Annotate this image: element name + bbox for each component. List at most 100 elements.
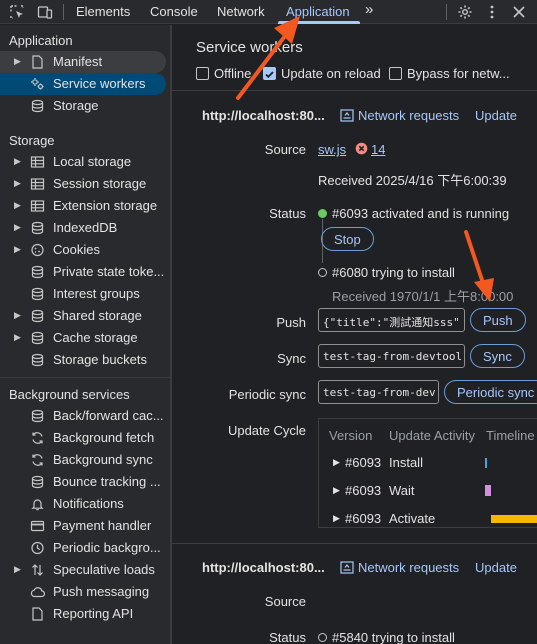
sidebar-item-indexeddb[interactable]: ▶ IndexedDB xyxy=(0,217,168,239)
sidebar-item-shared-storage[interactable]: ▶ Shared storage xyxy=(0,305,168,327)
worker-origin: http://localhost:80... xyxy=(202,108,325,123)
column-header-version: Version xyxy=(329,428,373,443)
sidebar-item-label: Back/forward cac... xyxy=(53,408,164,423)
caret-right-icon[interactable]: ▶ xyxy=(14,156,24,168)
sidebar-item-storage-buckets[interactable]: Storage buckets xyxy=(0,349,168,371)
sidebar-item-manifest[interactable]: ▶ Manifest xyxy=(0,51,166,73)
column-header-timeline: Timeline xyxy=(486,428,535,443)
sidebar-item-interest-groups[interactable]: Interest groups xyxy=(0,283,168,305)
expand-row-icon[interactable]: ▶ xyxy=(333,485,340,496)
expand-row-icon[interactable]: ▶ xyxy=(333,457,340,468)
sidebar-item-label: Manifest xyxy=(53,54,103,69)
sidebar-item-back-forward-cache[interactable]: Back/forward cac... xyxy=(0,405,168,427)
sidebar-section-background-services: Background services xyxy=(9,387,130,402)
sidebar-item-label: Storage buckets xyxy=(53,352,147,367)
error-count-link[interactable]: 14 xyxy=(371,142,385,157)
caret-right-icon[interactable]: ▶ xyxy=(14,244,24,256)
installing-status-text: #6080 trying to install xyxy=(332,265,455,280)
sidebar-item-label: Private state toke... xyxy=(53,264,165,279)
caret-right-icon[interactable]: ▶ xyxy=(14,564,24,576)
sidebar-item-bounce-tracking[interactable]: Bounce tracking ... xyxy=(0,471,168,493)
sidebar-item-private-state-tokens[interactable]: Private state toke... xyxy=(0,261,168,283)
source-file-link[interactable]: sw.js xyxy=(318,142,346,157)
sidebar-item-background-fetch[interactable]: Background fetch xyxy=(0,427,168,449)
devtools-tabbar: Elements Console Network Application » xyxy=(0,0,537,24)
sidebar-item-label: Storage xyxy=(53,98,99,113)
tab-console[interactable]: Console xyxy=(150,4,198,19)
database-icon xyxy=(31,287,44,301)
tab-elements[interactable]: Elements xyxy=(76,4,130,19)
toolbar-divider xyxy=(63,4,64,20)
update-link[interactable]: Update xyxy=(475,108,517,123)
expand-row-icon[interactable]: ▶ xyxy=(333,513,340,524)
sync-label: Sync xyxy=(277,351,306,366)
card-icon xyxy=(30,520,45,532)
tab-application[interactable]: Application xyxy=(286,4,350,19)
caret-right-icon[interactable]: ▶ xyxy=(14,200,24,212)
periodic-sync-label: Periodic sync xyxy=(228,387,306,402)
sidebar-section-storage: Storage xyxy=(9,133,55,148)
sidebar-item-label: Payment handler xyxy=(53,518,152,533)
caret-right-icon[interactable]: ▶ xyxy=(14,310,24,322)
sync-tag-input[interactable]: test-tag-from-devtool xyxy=(318,344,465,368)
offline-checkbox[interactable] xyxy=(196,67,209,80)
device-toolbar-icon[interactable] xyxy=(37,4,53,20)
periodic-sync-tag-input[interactable]: test-tag-from-dev xyxy=(318,380,439,404)
caret-right-icon[interactable]: ▶ xyxy=(14,222,24,234)
update-link[interactable]: Update xyxy=(475,560,517,575)
sidebar-section-application: Application xyxy=(9,33,73,48)
push-button[interactable]: Push xyxy=(470,308,526,332)
push-data-input[interactable]: {"title":"測試通知sss" xyxy=(318,308,465,332)
running-status-dot xyxy=(318,209,327,218)
sidebar-item-background-sync[interactable]: Background sync xyxy=(0,449,168,471)
active-tab-indicator xyxy=(278,21,360,24)
tab-network[interactable]: Network xyxy=(217,4,265,19)
error-icon xyxy=(355,142,368,155)
sidebar-item-label: Cookies xyxy=(53,242,100,257)
sidebar-item-local-storage[interactable]: ▶ Local storage xyxy=(0,151,168,173)
sidebar-item-payment-handler[interactable]: Payment handler xyxy=(0,515,168,537)
toolbar-divider xyxy=(446,4,447,20)
network-requests-link[interactable]: Network requests xyxy=(358,108,459,123)
sidebar-item-service-workers[interactable]: Service workers xyxy=(0,73,166,95)
source-label: Source xyxy=(264,594,306,609)
sidebar-item-notifications[interactable]: Notifications xyxy=(0,493,168,515)
sidebar-item-cache-storage[interactable]: ▶ Cache storage xyxy=(0,327,168,349)
column-header-update-activity: Update Activity xyxy=(389,428,475,443)
worker-origin: http://localhost:80... xyxy=(202,560,325,575)
sidebar-item-push-messaging[interactable]: Push messaging xyxy=(0,581,168,603)
stop-button[interactable]: Stop xyxy=(321,227,374,251)
sidebar-item-reporting-api[interactable]: Reporting API xyxy=(0,603,168,625)
close-icon[interactable] xyxy=(511,4,527,20)
sidebar-item-storage[interactable]: Storage xyxy=(0,95,168,117)
sidebar-item-periodic-background-sync[interactable]: Periodic backgro... xyxy=(0,537,168,559)
caret-right-icon[interactable]: ▶ xyxy=(14,178,24,190)
caret-right-icon[interactable]: ▶ xyxy=(14,56,24,68)
settings-gear-icon[interactable] xyxy=(457,4,473,20)
periodic-sync-button[interactable]: Periodic sync xyxy=(444,380,537,404)
inspect-element-icon[interactable] xyxy=(9,4,25,20)
section-divider xyxy=(0,377,170,378)
sidebar-item-label: Cache storage xyxy=(53,330,138,345)
database-icon xyxy=(31,331,44,345)
network-requests-link[interactable]: Network requests xyxy=(358,560,459,575)
clock-icon xyxy=(31,541,44,555)
installing-status-dot xyxy=(318,633,327,642)
file-icon xyxy=(32,55,43,69)
sidebar-item-cookies[interactable]: ▶ Cookies xyxy=(0,239,168,261)
sidebar-item-extension-storage[interactable]: ▶ Extension storage xyxy=(0,195,168,217)
more-options-icon[interactable] xyxy=(484,4,500,20)
sidebar-item-speculative-loads[interactable]: ▶ Speculative loads xyxy=(0,559,168,581)
cloud-icon xyxy=(30,587,45,598)
sidebar-item-label: Background fetch xyxy=(53,430,155,445)
caret-right-icon[interactable]: ▶ xyxy=(14,332,24,344)
sync-button[interactable]: Sync xyxy=(470,344,525,368)
sidebar-item-session-storage[interactable]: ▶ Session storage xyxy=(0,173,168,195)
bell-icon xyxy=(31,499,44,511)
update-on-reload-checkbox[interactable] xyxy=(263,67,276,80)
database-icon xyxy=(31,265,44,279)
bypass-for-network-checkbox[interactable] xyxy=(389,67,402,80)
installing-status-text: #5840 trying to install xyxy=(332,630,455,644)
more-tabs-button[interactable]: » xyxy=(365,1,373,18)
sidebar-item-label: Notifications xyxy=(53,496,124,511)
